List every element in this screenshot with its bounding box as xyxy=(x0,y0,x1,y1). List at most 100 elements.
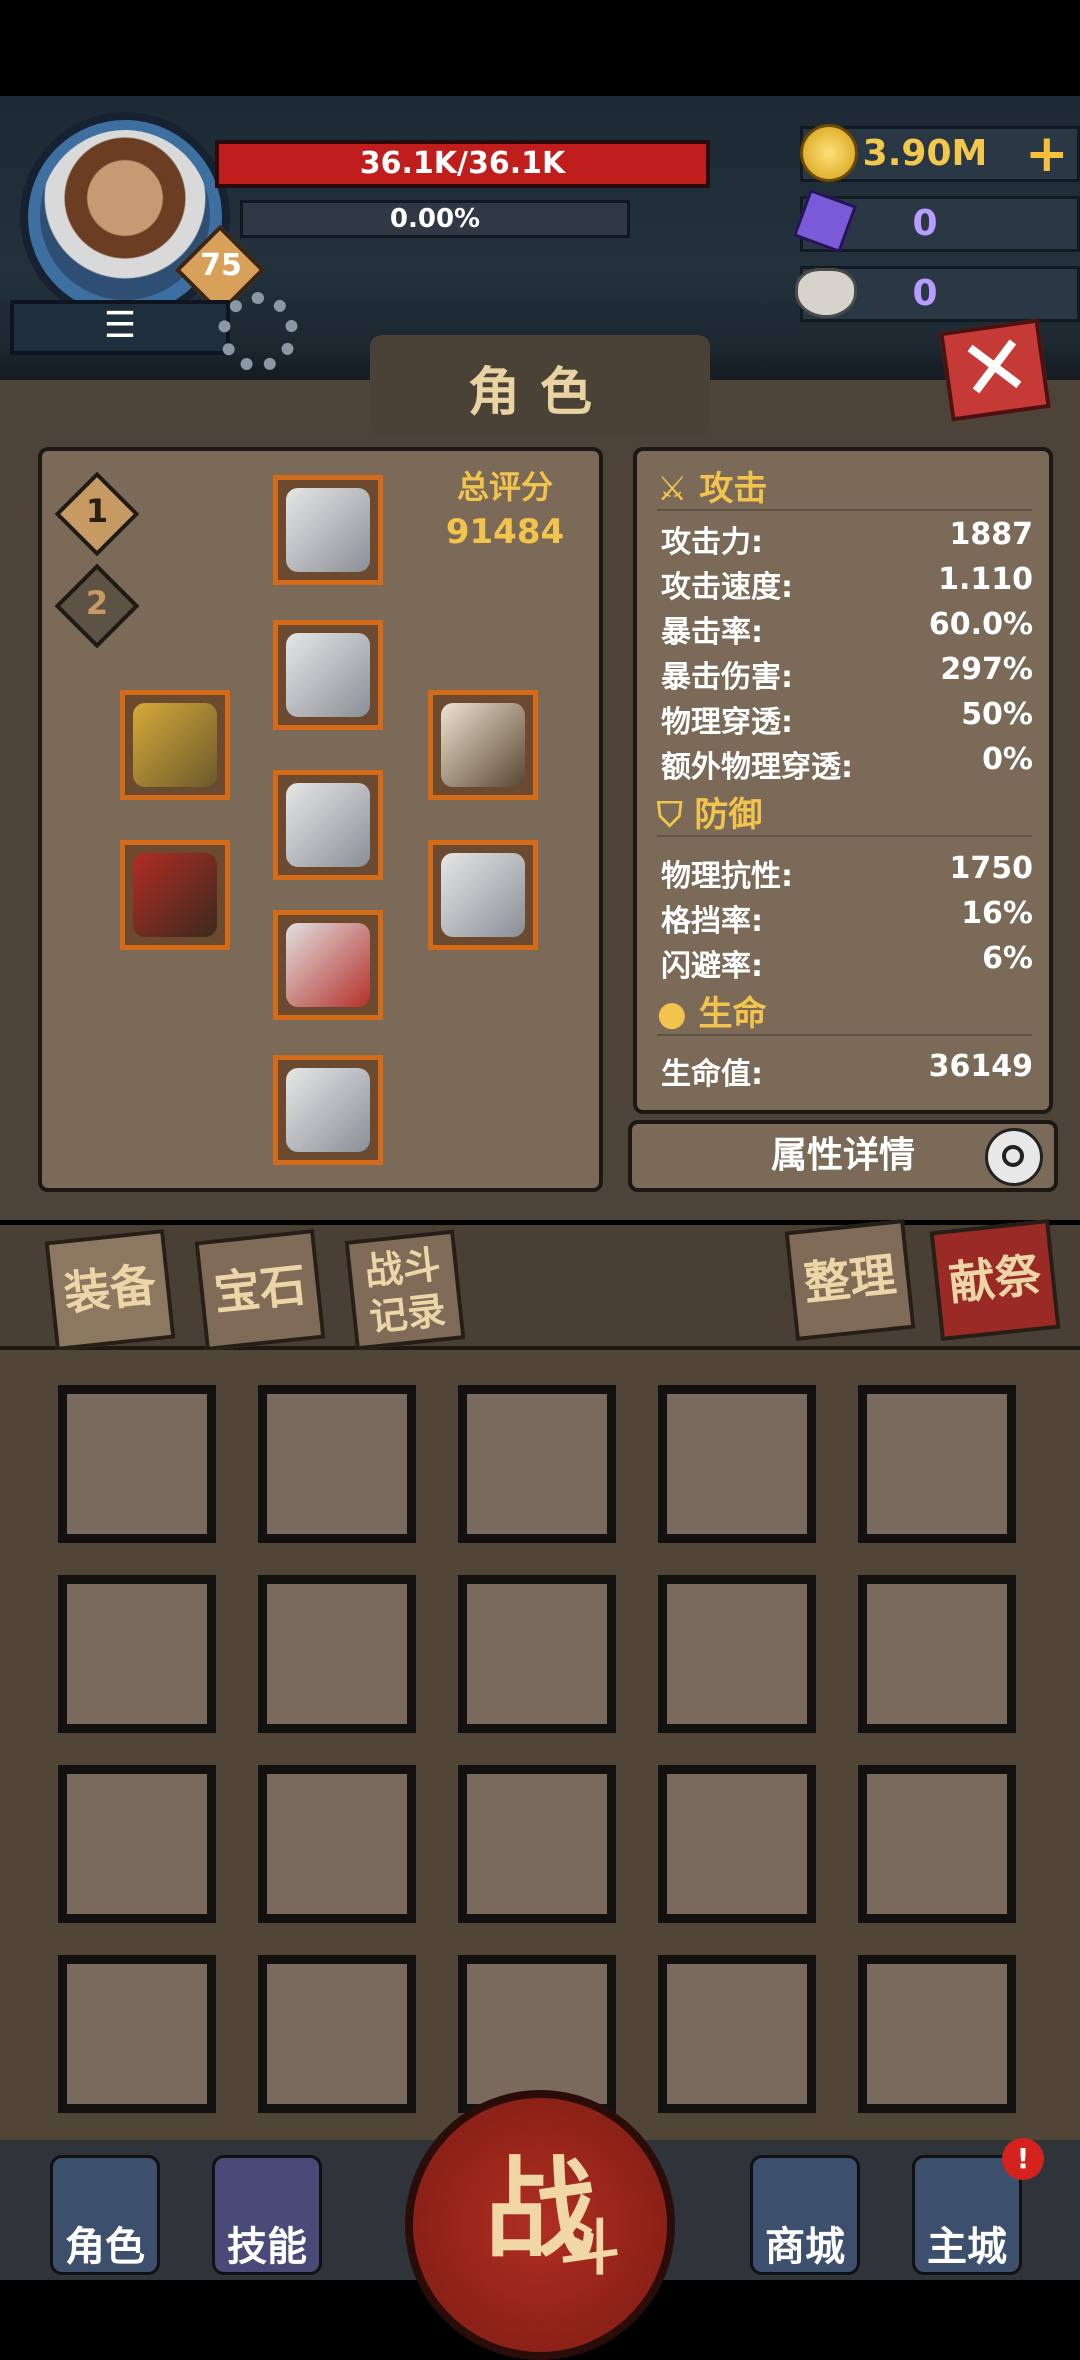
stat-value: 36149 xyxy=(928,1049,1033,1084)
nav-skills-label: 技能 xyxy=(227,2224,307,2270)
bracelet-item xyxy=(133,703,217,787)
bracelet-slot[interactable] xyxy=(120,690,230,800)
inventory-slot[interactable] xyxy=(58,1385,216,1543)
preset-2-label: 2 xyxy=(85,584,109,622)
inventory-slot[interactable] xyxy=(58,1575,216,1733)
tab-gems[interactable]: 宝石 xyxy=(194,1229,326,1351)
stat-label: 物理抗性: xyxy=(661,859,793,894)
gloves-slot[interactable] xyxy=(428,840,538,950)
stat-label: 攻击速度: xyxy=(661,570,793,605)
skull-value: 0 xyxy=(912,273,938,314)
alert-badge: ! xyxy=(1002,2138,1044,2180)
add-gold-button[interactable]: + xyxy=(1025,124,1069,184)
level-value: 75 xyxy=(200,248,242,283)
stat-row: 暴击率: 60.0% xyxy=(661,607,1033,651)
inventory-slot[interactable] xyxy=(458,1385,616,1543)
sort-button[interactable]: 整理 xyxy=(784,1219,916,1341)
tab-equipment-label: 装备 xyxy=(61,1257,159,1321)
inventory-slot[interactable] xyxy=(858,1765,1016,1923)
sort-label: 整理 xyxy=(801,1247,899,1311)
stat-row: 额外物理穿透: 0% xyxy=(661,742,1033,786)
stat-label: 物理穿透: xyxy=(661,705,793,740)
gear-icon[interactable] xyxy=(218,292,298,372)
inventory-slot[interactable] xyxy=(258,1575,416,1733)
stat-value: 16% xyxy=(961,896,1033,931)
sacrifice-button[interactable]: 献祭 xyxy=(929,1219,1061,1341)
gauntlets-item xyxy=(441,853,525,937)
belt-slot[interactable] xyxy=(273,770,383,880)
inventory-slot[interactable] xyxy=(658,1575,816,1733)
stat-row: 攻击力: 1887 xyxy=(661,517,1033,561)
divider xyxy=(657,509,1032,511)
inventory-slot[interactable] xyxy=(658,1765,816,1923)
inventory-slot[interactable] xyxy=(858,1955,1016,2113)
inventory-slot[interactable] xyxy=(258,1385,416,1543)
stats-panel: ⚔ 攻击 攻击力: 1887 攻击速度: 1.110 暴击率: 60.0% 暴击伤害:… xyxy=(633,447,1053,1114)
inventory-slot[interactable] xyxy=(458,1575,616,1733)
xp-bar: 0.00% xyxy=(240,200,630,238)
inventory-slot[interactable] xyxy=(58,1955,216,2113)
inventory-slot[interactable] xyxy=(858,1575,1016,1733)
hp-bar: 36.1K/36.1K xyxy=(215,140,710,188)
stat-value: 297% xyxy=(940,652,1033,687)
shield-icon: ⛉ xyxy=(657,795,683,835)
divider xyxy=(657,835,1032,837)
stat-value: 50% xyxy=(961,697,1033,732)
nav-shop-label: 商城 xyxy=(765,2224,845,2270)
stat-row: 生命值: 36149 xyxy=(661,1049,1033,1093)
inventory-slot[interactable] xyxy=(58,1765,216,1923)
crystal-value: 0 xyxy=(912,203,938,244)
defense-section-header: ⛉ 防御 xyxy=(657,787,762,835)
inventory-slot[interactable] xyxy=(458,1765,616,1923)
close-button[interactable]: ✕ xyxy=(939,315,1051,422)
preset-1-label: 1 xyxy=(85,492,109,530)
tab-equipment[interactable]: 装备 xyxy=(44,1229,176,1351)
gold-value: 3.90M xyxy=(862,133,988,174)
stat-value: 6% xyxy=(982,941,1033,976)
nav-city-label: 主城 xyxy=(927,2224,1007,2270)
stat-row: 攻击速度: 1.110 xyxy=(661,562,1033,606)
total-score-value: 91484 xyxy=(445,512,565,552)
inventory-slot[interactable] xyxy=(858,1385,1016,1543)
stat-row: 闪避率: 6% xyxy=(661,941,1033,985)
tab-battle-log[interactable]: 战斗记录 xyxy=(344,1229,466,1351)
stat-row: 暴击伤害: 297% xyxy=(661,652,1033,696)
stat-value: 1750 xyxy=(949,851,1034,886)
inventory-slot[interactable] xyxy=(258,1765,416,1923)
belt-item xyxy=(286,783,370,867)
chest-armor-slot[interactable] xyxy=(273,620,383,730)
weapon-slot[interactable] xyxy=(120,840,230,950)
axe-item xyxy=(133,853,217,937)
helmet-slot[interactable] xyxy=(273,475,383,585)
page-title: 角色 xyxy=(467,363,612,423)
stat-label: 额外物理穿透: xyxy=(661,750,853,785)
boots-slot[interactable] xyxy=(273,1055,383,1165)
stat-value: 1.110 xyxy=(938,562,1033,597)
nav-shop-button[interactable]: 商城 xyxy=(750,2155,860,2275)
nav-city-button[interactable]: 主城 xyxy=(912,2155,1022,2275)
inventory-slot[interactable] xyxy=(658,1955,816,2113)
stat-label: 闪避率: xyxy=(661,949,763,984)
inventory-slot[interactable] xyxy=(658,1385,816,1543)
necklace-item xyxy=(441,703,525,787)
life-header-label: 生命 xyxy=(698,994,767,1034)
crossed-swords-icon: ⚔ xyxy=(657,469,688,509)
stat-row: 物理穿透: 50% xyxy=(661,697,1033,741)
menu-button[interactable]: ☰ xyxy=(10,300,230,355)
stat-label: 暴击伤害: xyxy=(661,660,793,695)
blood-drop-icon: ● xyxy=(657,994,687,1034)
search-icon[interactable] xyxy=(985,1128,1043,1186)
stat-label: 攻击力: xyxy=(661,525,763,560)
stat-value: 60.0% xyxy=(928,607,1033,642)
leg-armor-slot[interactable] xyxy=(273,910,383,1020)
tab-gems-label: 宝石 xyxy=(211,1257,309,1321)
inventory-slot[interactable] xyxy=(258,1955,416,2113)
necklace-slot[interactable] xyxy=(428,690,538,800)
life-section-header: ● 生命 xyxy=(657,986,767,1034)
leg-armor-item xyxy=(286,923,370,1007)
nav-skills-button[interactable]: 技能 xyxy=(212,2155,322,2275)
nav-character-button[interactable]: 角色 xyxy=(50,2155,160,2275)
gold-coin-icon xyxy=(800,124,858,182)
divider xyxy=(657,1034,1032,1036)
boots-item xyxy=(286,1068,370,1152)
